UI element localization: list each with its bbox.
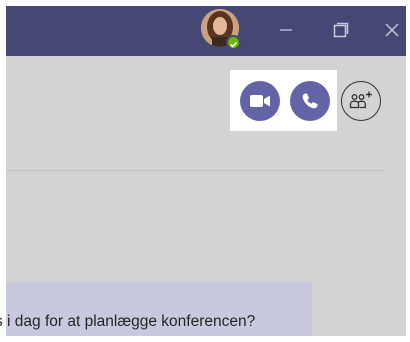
presence-available-icon [226,35,241,50]
close-button[interactable] [376,14,406,46]
audio-call-button[interactable] [290,81,330,121]
minimize-button[interactable] [270,14,302,46]
chat-header [6,56,406,176]
add-people-icon [349,91,372,109]
restore-button[interactable] [325,14,357,46]
restore-icon [333,22,349,38]
phone-icon [302,93,318,109]
header-divider [6,170,384,171]
chat-message-text: s i dag for at planlægge konferencen? [0,313,256,330]
minimize-icon [280,29,292,31]
close-icon [385,23,399,37]
video-camera-icon [250,95,270,107]
add-people-button[interactable] [341,81,381,121]
teams-window [6,6,406,336]
video-call-button[interactable] [240,81,280,121]
title-bar [6,6,406,56]
